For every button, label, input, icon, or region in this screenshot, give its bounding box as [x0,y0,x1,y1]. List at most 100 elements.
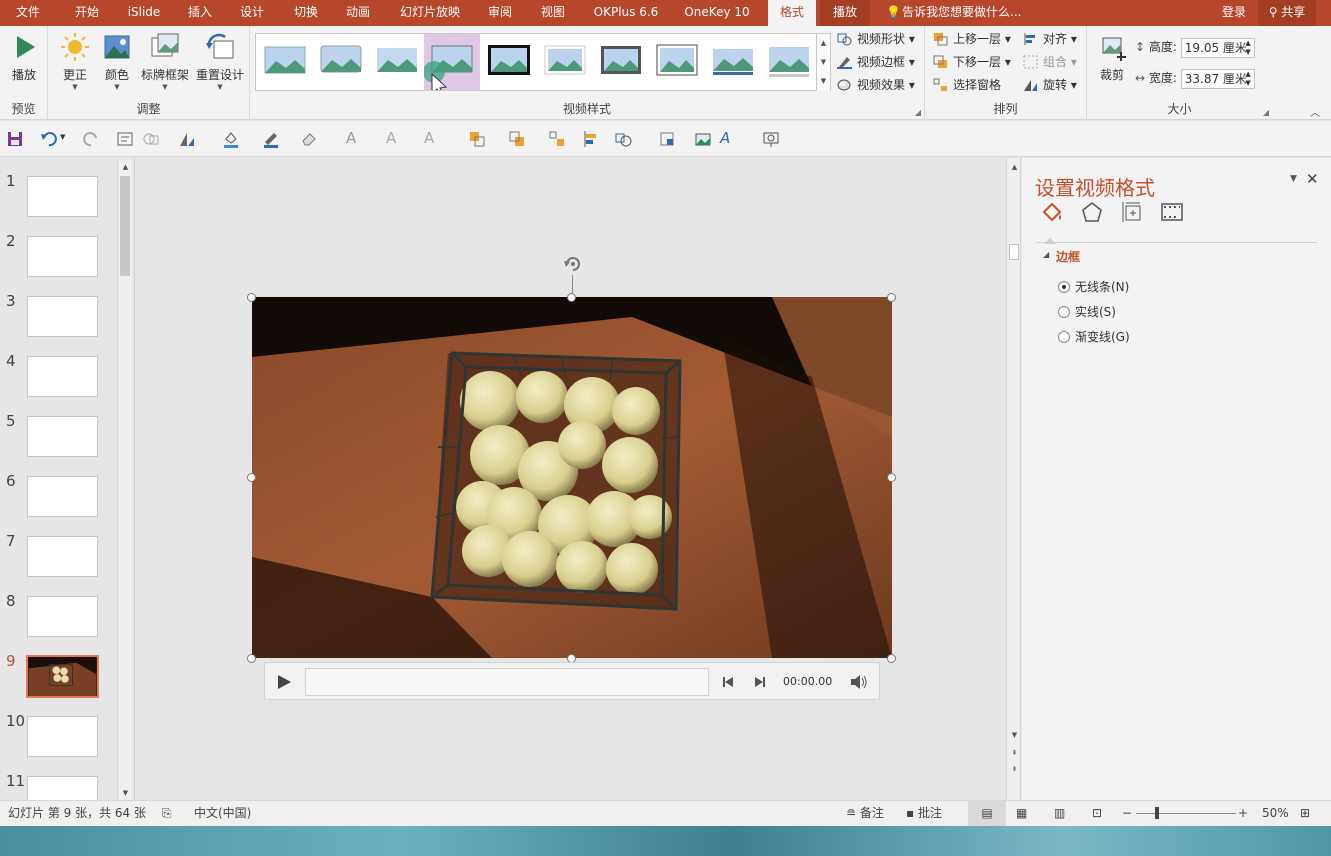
language-status[interactable]: 中文(中国) [194,801,251,827]
slide-vertical-scrollbar[interactable]: ▲ ▼ ⇞ ⇟ [1006,158,1021,800]
rotate-handle-icon[interactable] [563,254,583,274]
line-color-icon[interactable] [262,130,280,148]
undo-dropdown-icon[interactable]: ▼ [60,133,65,141]
crop-button[interactable]: 裁剪 [1089,30,1135,92]
dialog-launcher-icon[interactable]: ◢ [915,108,921,117]
slide-thumbnail-7[interactable] [27,536,98,577]
share-button[interactable]: ⚲ 共享 [1258,0,1316,26]
effects-pentagon-icon[interactable] [1080,200,1104,224]
size-properties-icon[interactable] [1120,200,1144,224]
notes-button[interactable]: ≘ 备注 [846,801,884,827]
tab-animations[interactable]: 动画 [336,0,380,26]
fill-color-icon[interactable] [222,130,240,148]
send-backward-button[interactable]: 下移一层 ▾ [933,52,1011,72]
step-back-icon[interactable] [721,675,735,689]
tab-format[interactable]: 格式 [768,0,816,26]
video-style-9[interactable] [710,39,756,81]
tab-view[interactable]: 视图 [530,0,576,26]
zoom-slider-track[interactable] [1136,813,1236,814]
zoom-out-button[interactable]: − [1122,801,1132,827]
poster-frame-button[interactable]: 标牌框架 ▼ [140,30,190,92]
collapse-triangle-icon[interactable]: ◢ [1043,250,1049,259]
tab-review[interactable]: 审阅 [478,0,522,26]
send-back-icon[interactable] [508,130,526,148]
width-input[interactable]: 33.87 厘米 ▲ ▼ [1180,68,1255,89]
tab-file[interactable]: 文件 [6,0,50,26]
tell-me-search[interactable]: 💡告诉我您想要做什么... [886,0,1021,26]
wordart-icon[interactable]: A [720,129,738,147]
normal-view-button[interactable]: ▤ [968,801,1006,827]
spellcheck-icon[interactable]: ⎘ [162,801,172,827]
video-style-3[interactable] [374,39,420,81]
step-forward-icon[interactable] [753,675,767,689]
reset-design-button[interactable]: 重置设计 ▼ [194,30,246,92]
text-outline-icon[interactable]: A [386,129,404,147]
video-border-button[interactable]: 视频边框 ▾ [837,52,915,72]
slide-thumbnail-10[interactable] [27,716,98,757]
align-icon[interactable] [582,130,600,148]
size-dialog-launcher-icon[interactable]: ◢ [1263,108,1269,117]
video-tool-icon[interactable] [762,130,780,148]
video-style-2[interactable] [318,39,364,81]
video-styles-gallery[interactable]: ▲ ▼ ▼ [255,33,831,98]
eraser-icon[interactable] [300,130,318,148]
resize-handle-left[interactable] [247,473,256,482]
video-style-8[interactable] [654,39,700,81]
slide-thumbnail-1[interactable] [27,176,98,217]
scroll-up-icon[interactable]: ▲ [118,160,133,174]
corrections-button[interactable]: 更正 ▼ [52,30,98,92]
resize-handle-top[interactable] [567,293,576,302]
resize-handle-right[interactable] [887,473,896,482]
radio-gradient-line[interactable]: 渐变线(G) [1058,328,1130,346]
tab-okplus[interactable]: OKPlus 6.6 [586,0,666,26]
slide-thumbnail-2[interactable] [27,236,98,277]
video-effects-button[interactable]: 视频效果 ▾ [837,75,915,95]
gallery-more[interactable]: ▼ [816,72,830,91]
radio-no-line[interactable]: 无线条(N) [1058,278,1129,296]
video-style-10[interactable] [766,39,812,81]
thumbnail-scrollbar[interactable]: ▲ ▼ [117,160,132,800]
comments-button[interactable]: ▪ 批注 [906,801,942,827]
vertical-scroll-thumb[interactable] [1009,244,1019,260]
textbox-icon[interactable] [116,130,134,148]
thumbnail-scroll-thumb[interactable] [120,176,130,276]
volume-icon[interactable] [850,674,868,690]
shapes-icon[interactable] [142,130,160,148]
selection-icon[interactable] [548,130,566,148]
resize-handle-bottom-left[interactable] [247,654,256,663]
slide-sorter-view-button[interactable]: ▦ [1016,801,1027,827]
border-section-header[interactable]: 边框 [1056,248,1080,265]
arrange-icon[interactable] [178,130,196,148]
text-effect-icon[interactable]: A [424,129,442,147]
selection-pane-button[interactable]: 选择窗格 [933,75,1001,95]
save-icon[interactable] [6,130,24,148]
slide-thumbnail-9-selected[interactable] [26,655,99,698]
tab-transitions[interactable]: 切换 [284,0,328,26]
close-icon[interactable]: ✕ [1306,170,1319,188]
bring-forward-button[interactable]: 上移一层 ▾ [933,29,1011,49]
tab-slideshow[interactable]: 幻灯片放映 [392,0,468,26]
slide-thumbnail-5[interactable] [27,416,98,457]
resize-handle-top-right[interactable] [887,293,896,302]
bring-front-icon[interactable] [468,130,486,148]
video-style-7[interactable] [598,39,644,81]
picture-icon[interactable] [694,130,712,148]
reading-view-button[interactable]: ▥ [1054,801,1065,827]
radio-solid-line[interactable]: 实线(S) [1058,303,1116,321]
color-button[interactable]: 颜色 ▼ [94,30,140,92]
align-button[interactable]: 对齐 ▾ [1023,29,1077,49]
slideshow-view-button[interactable]: ⊡ [1092,801,1102,827]
resize-handle-top-left[interactable] [247,293,256,302]
scroll-up-icon[interactable]: ▲ [1007,160,1022,174]
slide-thumbnail-6[interactable] [27,476,98,517]
tab-insert[interactable]: 插入 [178,0,222,26]
gallery-scroll-down[interactable]: ▼ [816,53,830,72]
font-color-icon[interactable]: A [346,129,364,147]
width-spinner[interactable]: ▲ ▼ [1245,70,1250,88]
tab-home[interactable]: 开始 [64,0,110,26]
playback-progress-bar[interactable] [305,668,709,696]
resize-handle-bottom-right[interactable] [887,654,896,663]
video-style-5[interactable] [486,39,532,81]
pane-options-icon[interactable]: ▼ [1290,174,1297,184]
crop-tool-icon[interactable] [658,130,676,148]
